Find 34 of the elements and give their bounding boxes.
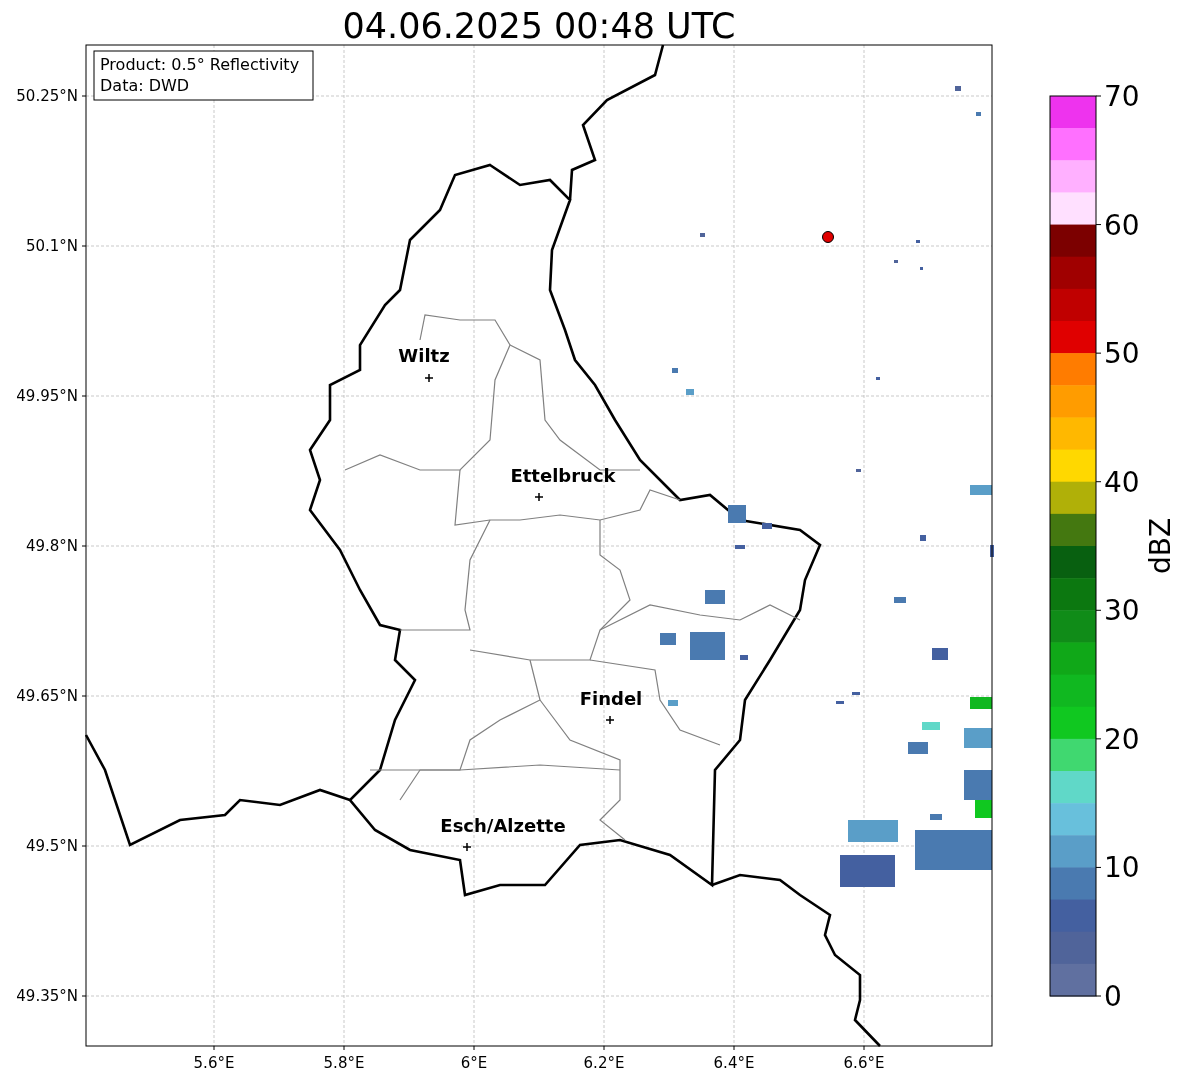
city-label: Ettelbruck xyxy=(510,465,616,486)
chart-title: 04.06.2025 00:48 UTC xyxy=(342,6,736,46)
longitude-label: 6°E xyxy=(460,1054,488,1072)
city-label: Wiltz xyxy=(398,345,450,366)
latitude-label: 49.95°N xyxy=(16,387,78,405)
colorbar-tick-label: 70 xyxy=(1104,80,1140,113)
city-marker-icon xyxy=(605,715,615,725)
longitude-label: 6.2°E xyxy=(583,1054,625,1072)
latitude-label: 49.5°N xyxy=(25,837,78,855)
colorbar-tick-label: 30 xyxy=(1104,594,1140,628)
longitude-label: 6.4°E xyxy=(713,1054,755,1072)
colorbar-tick-label: 10 xyxy=(1104,851,1140,885)
latitude-label: 49.35°N xyxy=(16,987,78,1005)
colorbar-tick-label: 40 xyxy=(1104,465,1140,499)
colorbar-tick-label: 20 xyxy=(1104,722,1140,756)
latitude-label: 50.25°N xyxy=(16,87,78,105)
latitude-label: 50.1°N xyxy=(25,237,78,255)
colorbar-tick-label: 0 xyxy=(1104,980,1122,1013)
longitude-label: 5.8°E xyxy=(323,1054,365,1072)
city-label: Esch/Alzette xyxy=(440,815,566,836)
longitude-label: 6.6°E xyxy=(843,1054,885,1072)
colorbar-tick-label: 60 xyxy=(1104,208,1140,242)
colorbar-label: dBZ xyxy=(1144,517,1177,575)
city-label: Findel xyxy=(579,688,643,709)
city-marker-icon xyxy=(424,373,434,383)
city-marker-icon xyxy=(462,842,472,852)
latitude-label: 49.65°N xyxy=(16,687,78,705)
info-text: Data: DWD xyxy=(100,76,190,95)
info-text: Product: 0.5° Reflectivity xyxy=(100,55,300,74)
latitude-label: 49.8°N xyxy=(25,537,78,555)
longitude-label: 5.6°E xyxy=(193,1054,235,1072)
city-marker-icon xyxy=(534,492,544,502)
radar-site-marker xyxy=(822,231,834,243)
colorbar-tick-label: 50 xyxy=(1104,337,1140,371)
